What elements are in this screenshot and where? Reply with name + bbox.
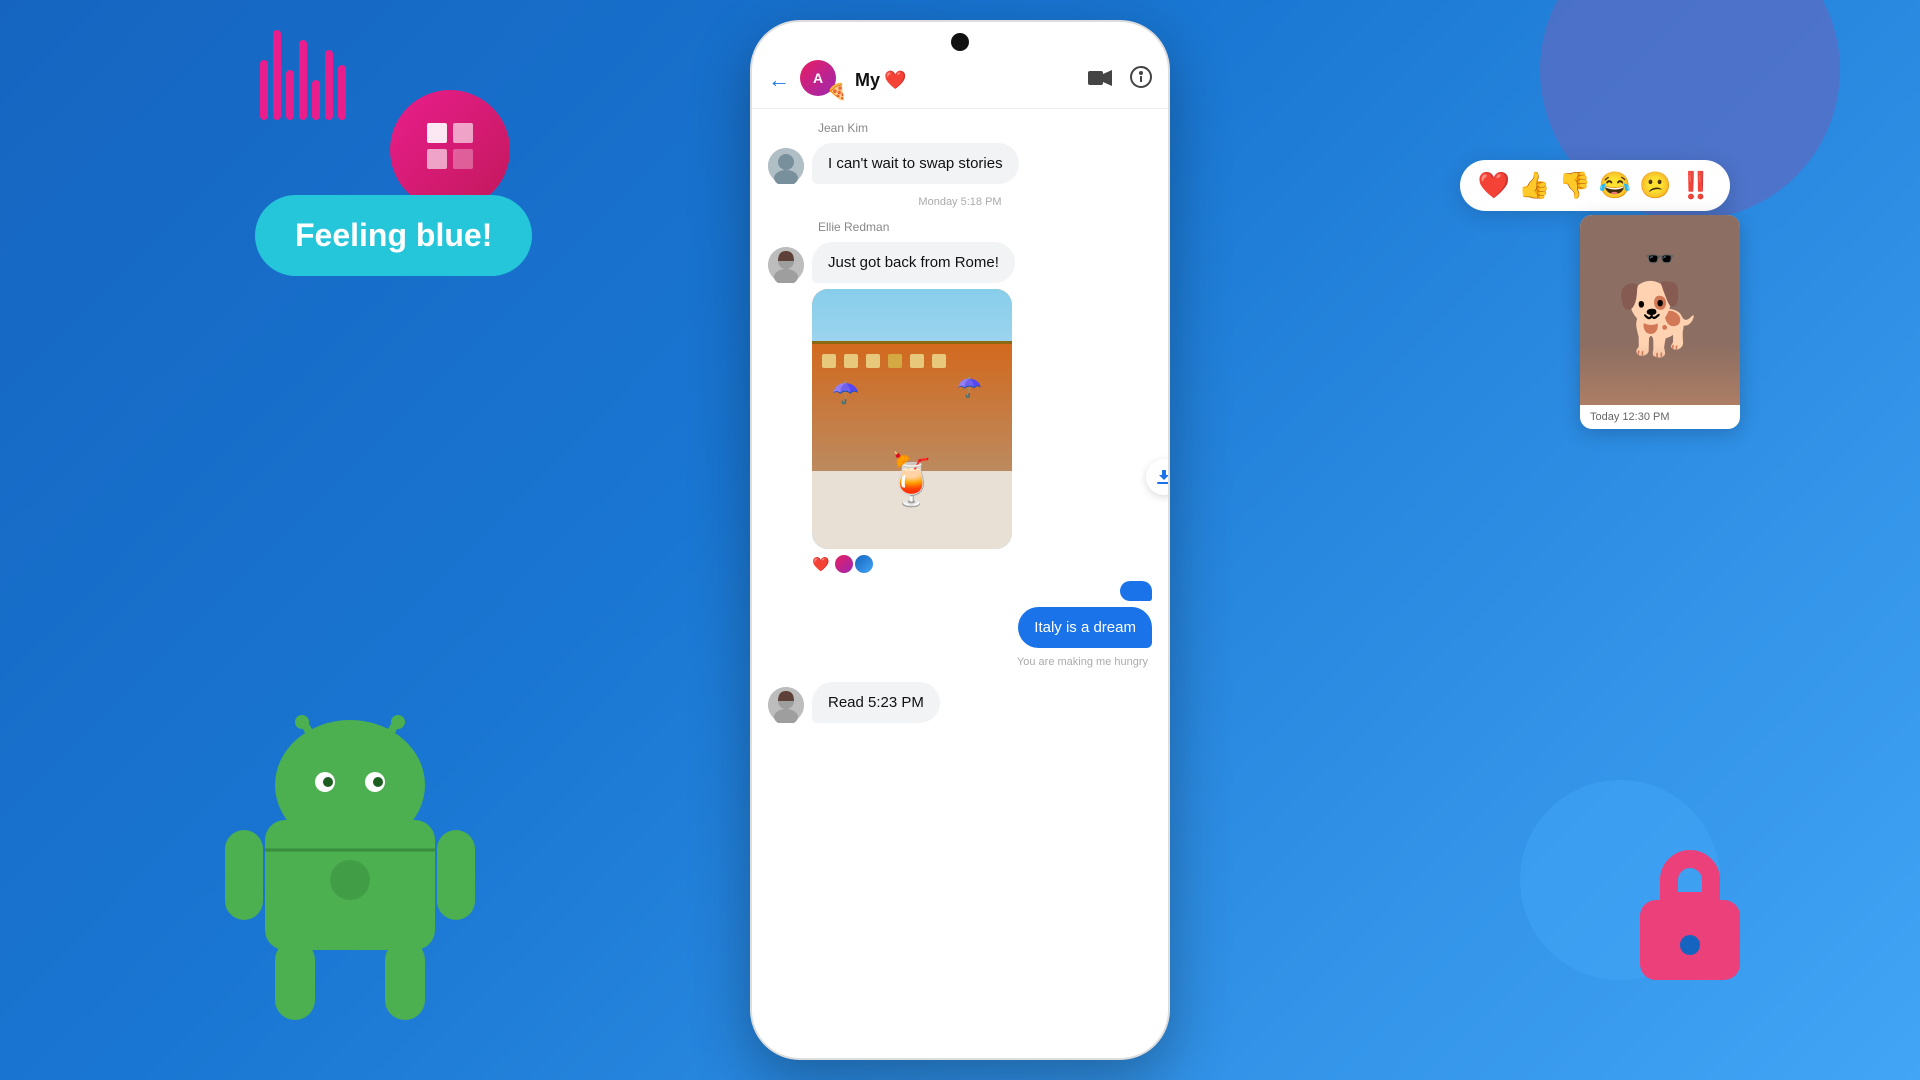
dog-card-footer: Today 12:30 PM: [1580, 405, 1740, 429]
reaction-confused[interactable]: 😕: [1639, 170, 1671, 201]
back-button[interactable]: ←: [768, 67, 790, 93]
chat-header: ← A 🍕 My ❤️: [752, 52, 1168, 109]
download-button[interactable]: [1146, 459, 1168, 495]
reaction-exclamation[interactable]: ‼️: [1680, 170, 1712, 201]
wave-bar-4: [299, 40, 307, 120]
msg-bubble-sent-2: Italy is a dream: [1018, 607, 1152, 648]
sound-waves: [260, 20, 346, 120]
sender-label-jean: Jean Kim: [818, 121, 1152, 135]
reaction-avatar-2: [853, 553, 875, 575]
chat-name: My ❤️: [855, 70, 1078, 91]
bm-icon: [390, 90, 510, 210]
lock-keyhole: [1680, 935, 1700, 955]
msg-text-ellie-1: Just got back from Rome!: [828, 254, 999, 271]
message-row-sent-2: Italy is a dream: [768, 607, 1152, 648]
phone-notch: [752, 22, 1168, 52]
sender-label-ellie-1: Ellie Redman: [818, 220, 1152, 234]
chat-name-emoji: ❤️: [884, 70, 906, 91]
emoji-reaction-bar: ❤️ 👍 👎 😂 😕 ‼️: [1460, 160, 1730, 211]
wave-bar-6: [325, 50, 333, 120]
reaction-thumbsdown[interactable]: 👎: [1559, 170, 1591, 201]
chat-messages: Jean Kim I can't wait to swap stories Mo…: [752, 109, 1168, 1058]
message-row-1: I can't wait to swap stories: [768, 143, 1152, 184]
msg-bubble-sent-1: [1120, 581, 1152, 601]
dog-image: 🐕 🕶️: [1580, 215, 1740, 405]
msg-avatar-ellie: [768, 247, 804, 283]
photo-drink: 🍹: [881, 451, 943, 510]
chat-name-text: My: [855, 70, 880, 91]
reaction-row: ❤️: [812, 553, 1152, 575]
header-icons: [1088, 66, 1152, 94]
avatar-pizza-emoji: 🍕: [827, 82, 847, 102]
timestamp-monday: Monday 5:18 PM: [768, 196, 1152, 208]
msg-text-sent-2: Italy is a dream: [1034, 619, 1136, 636]
dog-card: 🐕 🕶️ Today 12:30 PM: [1580, 215, 1740, 429]
message-row-2: Just got back from Rome!: [768, 242, 1152, 283]
reaction-avatar-1: [833, 553, 855, 575]
info-icon[interactable]: [1130, 66, 1152, 94]
avatar-letter: A: [813, 70, 823, 86]
dog-card-timestamp: Today 12:30 PM: [1590, 411, 1670, 423]
video-call-icon[interactable]: [1088, 67, 1112, 93]
msg-text-jean: I can't wait to swap stories: [828, 155, 1003, 172]
bm-label: [425, 121, 475, 180]
msg-avatar-jean: [768, 148, 804, 184]
pink-lock: [1640, 850, 1740, 980]
msg-bubble-ellie-1: Just got back from Rome!: [812, 242, 1015, 283]
reaction-heart[interactable]: ❤️: [1478, 170, 1510, 201]
read-status: You are making me hungry: [768, 656, 1148, 668]
wave-bar-5: [312, 80, 320, 120]
msg-avatar-ellie-2: [768, 687, 804, 723]
camera-dot: [951, 33, 969, 51]
reaction-thumbsup[interactable]: 👍: [1518, 170, 1550, 201]
feeling-blue-bubble: Feeling blue!: [255, 195, 532, 276]
message-row-last: Read 5:23 PM: [768, 682, 1152, 723]
wave-bar-7: [338, 65, 346, 120]
reaction-laugh[interactable]: 😂: [1599, 170, 1631, 201]
image-message: 🍹 ☂️ ☂️ ❤️: [812, 289, 1152, 575]
phone: ← A 🍕 My ❤️: [750, 20, 1170, 1060]
msg-bubble-last: Read 5:23 PM: [812, 682, 940, 723]
message-row-sent-1: [768, 581, 1152, 601]
android-robot: [220, 710, 480, 1030]
msg-bubble-jean: I can't wait to swap stories: [812, 143, 1019, 184]
feeling-blue-text: Feeling blue!: [295, 217, 492, 253]
wave-bar-3: [286, 70, 294, 120]
header-avatar-group: A 🍕: [800, 60, 845, 100]
photo-scene: 🍹 ☂️ ☂️: [812, 289, 1012, 549]
msg-text-last: Read 5:23 PM: [828, 694, 924, 711]
lock-body: [1640, 900, 1740, 980]
wave-bar-2: [273, 30, 281, 120]
reaction-heart-emoji: ❤️: [812, 556, 829, 573]
chat-image: 🍹 ☂️ ☂️: [812, 289, 1012, 549]
wave-bar-1: [260, 60, 268, 120]
